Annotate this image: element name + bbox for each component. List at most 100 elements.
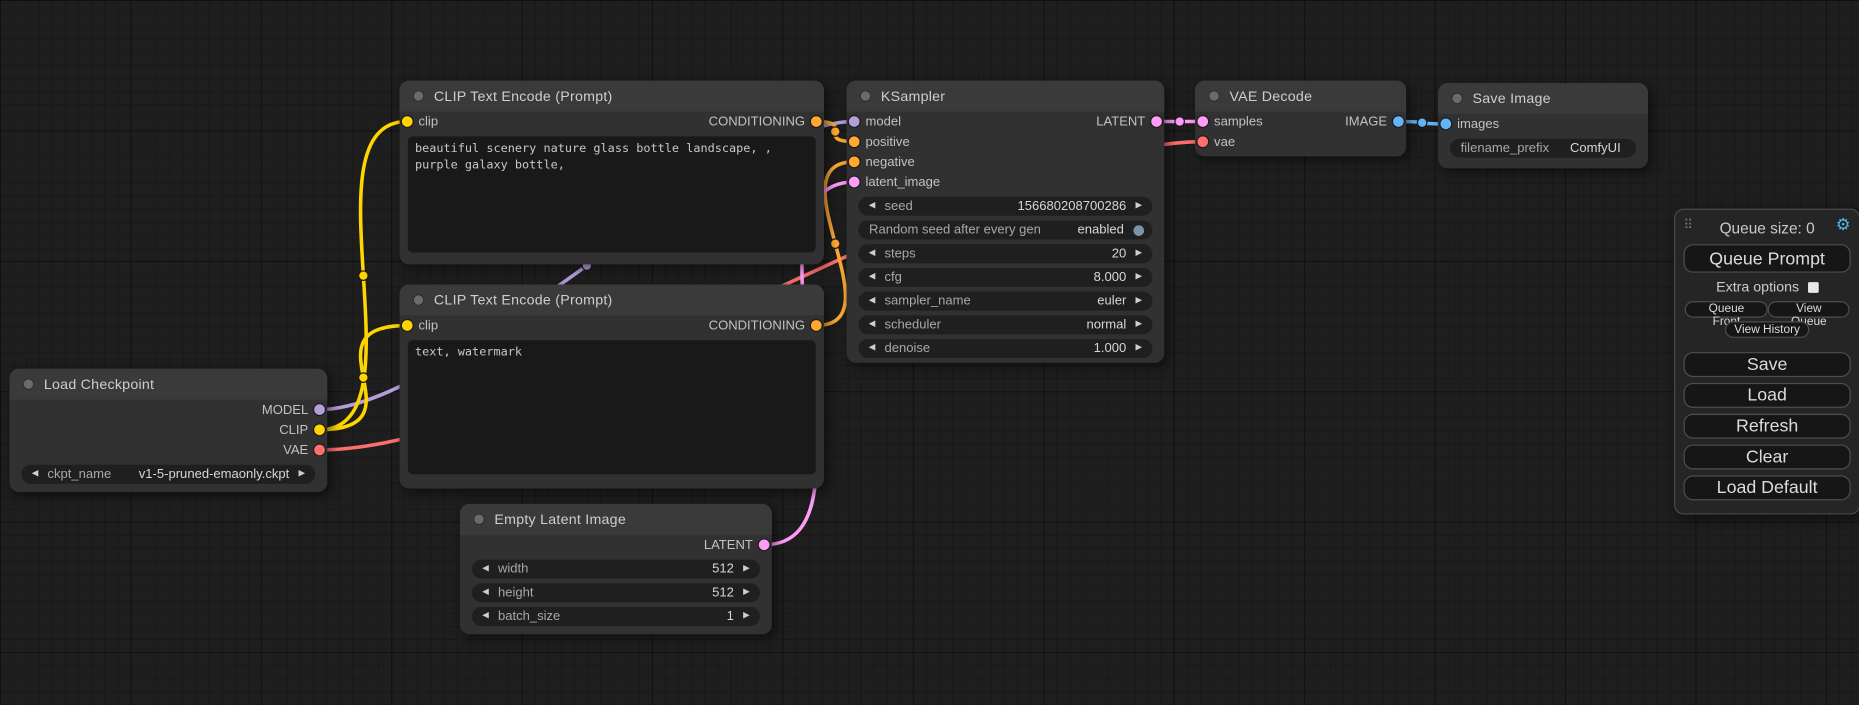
node-load-checkpoint[interactable]: Load Checkpoint MODEL CLIP VAE ◀ ckpt_na…	[9, 369, 327, 492]
node-vae-decode[interactable]: VAE Decode samples IMAGE vae	[1195, 81, 1406, 157]
vae-input-port[interactable]	[1197, 136, 1208, 147]
widget-seed[interactable]: ◀ seed 156680208700286 ▶	[858, 197, 1152, 216]
model-input-port[interactable]	[849, 116, 860, 127]
collapse-dot-icon[interactable]	[413, 90, 425, 102]
decrement-arrow-icon[interactable]: ◀	[867, 197, 878, 216]
widget-ckpt-name[interactable]: ◀ ckpt_name v1-5-pruned-emaonly.ckpt ▶	[21, 465, 315, 484]
collapse-dot-icon[interactable]	[1208, 90, 1220, 102]
slot-row: LATENT	[460, 535, 772, 555]
decrement-arrow-icon[interactable]: ◀	[480, 607, 491, 626]
prompt-text-input[interactable]: beautiful scenery nature glass bottle la…	[408, 136, 816, 252]
decrement-arrow-icon[interactable]: ◀	[867, 244, 878, 263]
latent-output-port[interactable]	[759, 539, 770, 550]
negative-input-port[interactable]	[849, 156, 860, 167]
refresh-button[interactable]: Refresh	[1684, 414, 1851, 439]
node-graph-canvas[interactable]: Load Checkpoint MODEL CLIP VAE ◀ ckpt_na…	[0, 0, 1859, 705]
load-button[interactable]: Load	[1684, 383, 1851, 408]
widget-value: 512	[712, 586, 734, 600]
images-input-port[interactable]	[1440, 119, 1451, 130]
drag-handle-icon[interactable]: ⠿	[1684, 217, 1694, 232]
widget-scheduler[interactable]: ◀ scheduler normal ▶	[858, 315, 1152, 334]
model-output-port[interactable]	[314, 404, 325, 415]
settings-gear-icon[interactable]: ⚙	[1836, 215, 1851, 235]
collapse-dot-icon[interactable]	[860, 90, 872, 102]
queue-panel: ⠿ Queue size: 0 ⚙ Queue Prompt Extra opt…	[1674, 209, 1859, 515]
collapse-dot-icon[interactable]	[1451, 92, 1463, 104]
view-queue-button[interactable]: View Queue	[1768, 301, 1849, 318]
node-header[interactable]: Empty Latent Image	[460, 504, 772, 535]
collapse-dot-icon[interactable]	[413, 294, 425, 306]
decrement-arrow-icon[interactable]: ◀	[867, 268, 878, 287]
view-history-button[interactable]: View History	[1725, 321, 1810, 338]
link-midpoint-dot	[359, 271, 368, 280]
widget-value: 156680208700286	[1018, 199, 1127, 213]
extra-options-label: Extra options	[1716, 279, 1799, 296]
node-header[interactable]: VAE Decode	[1195, 81, 1406, 112]
widget-label: batch_size	[498, 609, 560, 623]
decrement-arrow-icon[interactable]: ◀	[867, 292, 878, 311]
widget-denoise[interactable]: ◀ denoise 1.000 ▶	[858, 339, 1152, 358]
slot-row: VAE	[9, 440, 327, 460]
widget-cfg[interactable]: ◀ cfg 8.000 ▶	[858, 268, 1152, 287]
link-midpoint-dot	[831, 239, 840, 248]
conditioning-output-port[interactable]	[811, 320, 822, 331]
collapse-dot-icon[interactable]	[23, 378, 35, 390]
increment-arrow-icon[interactable]: ▶	[741, 560, 752, 579]
input-label-negative: negative	[865, 155, 914, 169]
node-header[interactable]: Load Checkpoint	[9, 369, 327, 400]
increment-arrow-icon[interactable]: ▶	[1133, 197, 1144, 216]
image-output-port[interactable]	[1393, 116, 1404, 127]
node-ksampler[interactable]: KSampler model LATENT positive negative …	[847, 81, 1165, 363]
widget-width[interactable]: ◀ width 512 ▶	[472, 560, 760, 579]
node-header[interactable]: CLIP Text Encode (Prompt)	[400, 285, 824, 316]
decrement-arrow-icon[interactable]: ◀	[480, 560, 491, 579]
samples-input-port[interactable]	[1197, 116, 1208, 127]
increment-arrow-icon[interactable]: ▶	[741, 583, 752, 602]
increment-arrow-icon[interactable]: ▶	[741, 607, 752, 626]
clip-input-port[interactable]	[402, 116, 413, 127]
increment-arrow-icon[interactable]: ▶	[296, 465, 307, 484]
latent-output-port[interactable]	[1151, 116, 1162, 127]
decrement-arrow-icon[interactable]: ◀	[480, 583, 491, 602]
positive-input-port[interactable]	[849, 136, 860, 147]
node-clip-text-encode-negative[interactable]: CLIP Text Encode (Prompt) clip CONDITION…	[400, 285, 824, 489]
clip-output-port[interactable]	[314, 424, 325, 435]
vae-output-port[interactable]	[314, 445, 325, 456]
node-header[interactable]: KSampler	[847, 81, 1165, 112]
increment-arrow-icon[interactable]: ▶	[1133, 292, 1144, 311]
clip-input-port[interactable]	[402, 320, 413, 331]
node-header[interactable]: CLIP Text Encode (Prompt)	[400, 81, 824, 112]
node-empty-latent-image[interactable]: Empty Latent Image LATENT ◀ width 512 ▶ …	[460, 504, 772, 634]
input-label-model: model	[865, 114, 901, 128]
queue-front-button[interactable]: Queue Front	[1685, 301, 1768, 318]
latent-image-input-port[interactable]	[849, 177, 860, 188]
clear-button[interactable]: Clear	[1684, 445, 1851, 470]
increment-arrow-icon[interactable]: ▶	[1133, 244, 1144, 263]
save-button[interactable]: Save	[1684, 352, 1851, 377]
widget-height[interactable]: ◀ height 512 ▶	[472, 583, 760, 602]
decrement-arrow-icon[interactable]: ◀	[30, 465, 41, 484]
widget-value: euler	[1097, 294, 1126, 308]
widget-random-seed-toggle[interactable]: Random seed after every gen enabled	[858, 221, 1152, 240]
increment-arrow-icon[interactable]: ▶	[1133, 268, 1144, 287]
toggle-knob[interactable]	[1133, 225, 1144, 236]
widget-filename-prefix[interactable]: filename_prefix ComfyUI	[1450, 139, 1636, 158]
conditioning-output-port[interactable]	[811, 116, 822, 127]
widget-value: 1	[727, 609, 734, 623]
widget-label: seed	[884, 199, 912, 213]
node-clip-text-encode-positive[interactable]: CLIP Text Encode (Prompt) clip CONDITION…	[400, 81, 824, 265]
increment-arrow-icon[interactable]: ▶	[1133, 315, 1144, 334]
decrement-arrow-icon[interactable]: ◀	[867, 315, 878, 334]
extra-options-checkbox[interactable]	[1807, 282, 1818, 293]
prompt-text-input[interactable]: text, watermark	[408, 340, 816, 474]
queue-prompt-button[interactable]: Queue Prompt	[1684, 244, 1851, 272]
widget-sampler-name[interactable]: ◀ sampler_name euler ▶	[858, 292, 1152, 311]
collapse-dot-icon[interactable]	[473, 513, 485, 525]
node-header[interactable]: Save Image	[1438, 83, 1648, 114]
load-default-button[interactable]: Load Default	[1684, 475, 1851, 500]
widget-steps[interactable]: ◀ steps 20 ▶	[858, 244, 1152, 263]
node-save-image[interactable]: Save Image images filename_prefix ComfyU…	[1438, 83, 1648, 168]
decrement-arrow-icon[interactable]: ◀	[867, 339, 878, 358]
widget-batch-size[interactable]: ◀ batch_size 1 ▶	[472, 607, 760, 626]
increment-arrow-icon[interactable]: ▶	[1133, 339, 1144, 358]
